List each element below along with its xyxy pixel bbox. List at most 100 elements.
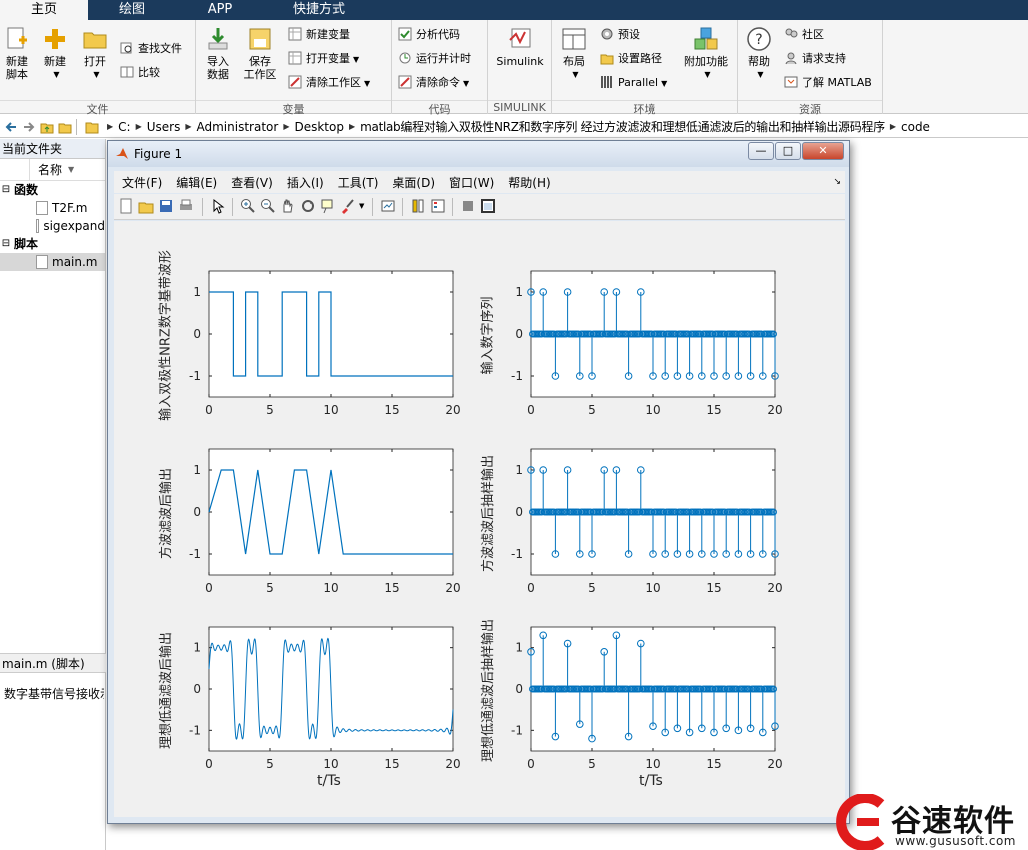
chevron-down-icon[interactable]: ▼: [359, 202, 364, 210]
import-data-button[interactable]: 导入 数据: [200, 26, 236, 81]
request-support-button[interactable]: 请求支持: [784, 50, 846, 68]
new-label: 新建: [44, 55, 66, 68]
open-button[interactable]: 打开 ▼: [80, 26, 110, 81]
find-files-button[interactable]: 查找文件: [120, 40, 182, 58]
menu-edit[interactable]: 编辑(E): [176, 174, 217, 191]
compare-button[interactable]: 比较: [120, 64, 160, 82]
menu-desktop[interactable]: 桌面(D): [392, 174, 435, 191]
breadcrumb-c[interactable]: C:: [118, 120, 130, 134]
pan-hand-icon[interactable]: [280, 198, 296, 214]
svg-text:?: ?: [755, 32, 762, 48]
xlabel-t-over-ts-right: t/Ts: [639, 773, 663, 789]
import-data-label: 导入 数据: [207, 55, 229, 81]
help-label: 帮助: [748, 55, 770, 68]
breadcrumb-separator: ▶: [107, 122, 114, 131]
community-button[interactable]: 社区: [784, 26, 824, 44]
dock-arrow-icon[interactable]: ↘: [833, 177, 841, 187]
add-ons-button[interactable]: 附加功能 ▼: [680, 26, 732, 81]
up-folder-icon[interactable]: [40, 120, 54, 134]
x-tick-label: 0: [527, 403, 535, 417]
tab-apps[interactable]: APP: [176, 0, 264, 20]
chevron-down-icon: ▼: [364, 79, 371, 88]
tree-group-scripts[interactable]: ⊟ 脚本: [0, 235, 105, 253]
tab-plots[interactable]: 绘图: [88, 0, 176, 20]
clear-workspace-button[interactable]: 清除工作区 ▼: [288, 74, 370, 92]
print-icon[interactable]: [178, 198, 194, 214]
watermark: 谷速软件 www.gususoft.com: [833, 794, 1028, 850]
axes-box: [208, 448, 454, 576]
x-tick-label: 20: [445, 403, 460, 417]
save-icon[interactable]: [158, 198, 174, 214]
breadcrumb-administrator[interactable]: Administrator: [197, 120, 279, 134]
maximize-button[interactable]: □: [775, 142, 801, 160]
chevron-down-icon: ▼: [572, 70, 579, 79]
tree-group-functions[interactable]: ⊟ 函数: [0, 181, 105, 199]
zoom-in-icon[interactable]: [240, 198, 256, 214]
menu-view[interactable]: 查看(V): [231, 174, 273, 191]
breadcrumb-users[interactable]: Users: [147, 120, 181, 134]
request-support-icon: [785, 52, 797, 65]
brush-icon[interactable]: [340, 198, 356, 214]
figure-title-bar[interactable]: Figure 1 — □ ✕: [108, 141, 849, 167]
data-cursor-icon[interactable]: [320, 198, 336, 214]
show-plot-tools-icon[interactable]: [480, 198, 496, 214]
run-and-time-button[interactable]: 运行并计时: [398, 50, 471, 68]
group-label: 函数: [14, 183, 39, 197]
clear-commands-button[interactable]: 清除命令 ▼: [398, 74, 469, 92]
rotate-3d-icon[interactable]: [300, 198, 316, 214]
y-tick-label: 0: [193, 682, 201, 696]
back-arrow-icon[interactable]: [4, 120, 18, 134]
preferences-button[interactable]: 预设: [600, 26, 640, 44]
tab-shortcuts[interactable]: 快捷方式: [264, 0, 374, 20]
x-tick-label: 20: [445, 581, 460, 595]
menu-tools[interactable]: 工具(T): [338, 174, 379, 191]
legend-icon[interactable]: [430, 198, 446, 214]
figure-canvas: 0 5 10 15 20 -1 0 1 0 5 10 15 20 -1 0 1 0 5 10 15 20 -1 0 1 0 5 10…: [114, 221, 845, 817]
new-figure-icon[interactable]: [118, 198, 134, 214]
hide-plot-tools-icon[interactable]: [460, 198, 476, 214]
parallel-button[interactable]: Parallel ▼: [600, 74, 667, 92]
zoom-out-icon[interactable]: [260, 198, 276, 214]
menu-window[interactable]: 窗口(W): [449, 174, 494, 191]
new-variable-button[interactable]: 新建变量: [288, 26, 350, 44]
chevron-down-icon: ▼: [757, 70, 764, 79]
menu-insert[interactable]: 插入(I): [287, 174, 324, 191]
new-script-button[interactable]: 新建 脚本: [2, 26, 32, 81]
breadcrumb-desktop[interactable]: Desktop: [294, 120, 344, 134]
colorbar-icon[interactable]: [410, 198, 426, 214]
simulink-button[interactable]: Simulink: [494, 26, 546, 68]
link-plot-icon[interactable]: [380, 198, 396, 214]
preferences-label: 预设: [618, 28, 640, 41]
mfile-icon: [36, 255, 48, 269]
help-button[interactable]: ? 帮助 ▼: [744, 26, 774, 81]
pointer-icon[interactable]: [210, 198, 226, 214]
analyze-code-button[interactable]: 分析代码: [398, 26, 460, 44]
open-file-icon[interactable]: [138, 198, 154, 214]
set-path-button[interactable]: 设置路径: [600, 50, 662, 68]
menu-file[interactable]: 文件(F): [122, 174, 162, 191]
file-item[interactable]: sigexpand: [0, 217, 105, 235]
name-column-header[interactable]: 名称: [30, 159, 62, 180]
folder-icon: [85, 122, 99, 133]
browse-folder-icon[interactable]: [58, 120, 72, 134]
file-item[interactable]: T2F.m: [0, 199, 105, 217]
minimize-button[interactable]: —: [748, 142, 774, 160]
y-tick-label: 1: [515, 463, 523, 477]
forward-arrow-icon[interactable]: [22, 120, 36, 134]
new-button[interactable]: 新建 ▼: [40, 26, 70, 81]
open-variable-button[interactable]: 打开变量 ▼: [288, 50, 359, 68]
breadcrumb-project-folder[interactable]: matlab编程对输入双极性NRZ和数字序列 经过方波滤波和理想低通滤波后的输出…: [360, 118, 885, 135]
group-label-resources: 资源: [738, 100, 882, 116]
file-details-header[interactable]: main.m (脚本): [0, 653, 106, 673]
tab-home[interactable]: 主页: [0, 0, 88, 20]
save-workspace-button[interactable]: 保存 工作区: [240, 26, 280, 81]
add-ons-label: 附加功能: [684, 55, 728, 68]
x-tick-label: 0: [527, 581, 535, 595]
breadcrumb-code[interactable]: code: [901, 120, 930, 134]
menu-help[interactable]: 帮助(H): [508, 174, 550, 191]
toolbar-separator: [372, 198, 373, 216]
file-item-selected[interactable]: main.m: [0, 253, 105, 271]
learn-matlab-button[interactable]: 了解 MATLAB: [784, 74, 872, 92]
close-button[interactable]: ✕: [802, 142, 844, 160]
layout-button[interactable]: 布局 ▼: [558, 26, 590, 81]
